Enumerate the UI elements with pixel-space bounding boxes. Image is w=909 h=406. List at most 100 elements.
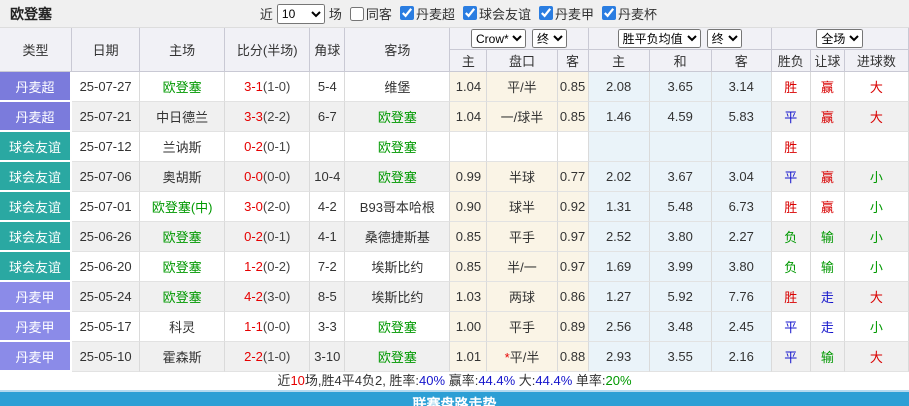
sub-header-0: 主 [450,50,487,72]
odds-stage-select-2[interactable]: 终 [707,29,742,48]
odds-home-cell: 0.85 [450,252,487,282]
avg-home-cell: 1.46 [589,102,650,132]
league-handicap-trend-bar[interactable]: 联赛盘路走势 [0,390,909,406]
home-team-cell[interactable]: 欧登塞 [140,252,225,282]
odds-home-cell: 0.85 [450,222,487,252]
home-team-cell[interactable]: 欧登塞 [140,282,225,312]
away-team-cell[interactable]: 欧登塞 [345,102,450,132]
league-filter-3[interactable]: 丹麦杯 [598,4,657,23]
goals-cell: 小 [845,162,909,192]
avg-home-cell: 1.69 [589,252,650,282]
odds-away-cell: 0.88 [558,342,589,372]
home-team-cell[interactable]: 奥胡斯 [140,162,225,192]
summary-segment-9: 20% [606,373,632,388]
score-cell: 1-1(0-0) [225,312,310,342]
col-header-1: 日期 [72,28,140,72]
avg-draw-cell: 3.48 [650,312,712,342]
result-cell: 胜 [772,282,811,312]
match-count-select[interactable]: 10 [277,4,325,24]
league-cell: 球会友谊 [0,252,72,282]
date-cell: 25-06-20 [72,252,140,282]
fulltime-score: 1-1 [244,319,263,334]
same-away-label: 同客 [366,4,392,23]
summary-segment-3: 40% [419,373,445,388]
summary-segment-0: 近 [277,373,290,388]
league-cell: 丹麦甲 [0,342,72,372]
match-row: 球会友谊25-06-20欧登塞1-2(0-2)7-2埃斯比约0.85半/一0.9… [0,252,909,282]
league-filter-checkbox-3[interactable] [602,6,616,20]
league-filter-label: 丹麦杯 [618,4,657,23]
score-cell: 1-2(0-2) [225,252,310,282]
result-cell: 胜 [772,132,811,162]
scope-select[interactable]: 全场 [816,29,863,48]
halftime-score: (1-0) [263,349,290,364]
league-filter-label: 球会友谊 [479,4,531,23]
league-cell: 丹麦甲 [0,312,72,342]
home-team-cell[interactable]: 兰讷斯 [140,132,225,162]
changed-handicap-star: * [505,350,510,365]
summary-segment-5: 44.4% [478,373,515,388]
handicap-result-cell: 输 [811,342,845,372]
avg-draw-cell: 4.59 [650,102,712,132]
result-cell: 负 [772,252,811,282]
score-cell: 0-2(0-1) [225,222,310,252]
header-select-group-0: Crow* 终 [450,28,588,50]
avg-type-select[interactable]: 胜平负均值 [618,29,701,48]
home-team-cell[interactable]: 中日德兰 [140,102,225,132]
corner-cell: 8-5 [310,282,345,312]
league-filter-2[interactable]: 丹麦甲 [535,4,594,23]
same-away-checkbox[interactable] [350,7,364,21]
handicap-result-cell: 走 [811,282,845,312]
away-team-cell[interactable]: 欧登塞 [345,312,450,342]
avg-home-cell: 2.93 [589,342,650,372]
away-team-cell[interactable]: 桑德捷斯基 [345,222,450,252]
fulltime-score: 3-1 [244,79,263,94]
avg-away-cell: 3.04 [712,162,772,192]
odds-away-cell: 0.85 [558,102,589,132]
away-team-cell[interactable]: 欧登塞 [345,342,450,372]
league-filter-checkbox-1[interactable] [463,6,477,20]
col-header-2: 主场 [140,28,225,72]
odds-stage-select-1[interactable]: 终 [532,29,567,48]
near-label: 近 [260,4,273,23]
odds-home-cell: 1.04 [450,72,487,102]
halftime-score: (2-0) [263,199,290,214]
avg-away-cell: 3.14 [712,72,772,102]
home-team-cell[interactable]: 欧登塞 [140,72,225,102]
league-filter-checkbox-2[interactable] [539,6,553,20]
fulltime-score: 0-0 [244,169,263,184]
away-team-cell[interactable]: 维堡 [345,72,450,102]
away-team-cell[interactable]: B93哥本哈根 [345,192,450,222]
avg-home-cell [589,132,650,162]
avg-home-cell: 2.08 [589,72,650,102]
score-cell: 3-1(1-0) [225,72,310,102]
match-row: 球会友谊25-06-26欧登塞0-2(0-1)4-1桑德捷斯基0.85平手0.9… [0,222,909,252]
league-filter-1[interactable]: 球会友谊 [459,4,531,23]
odds-home-cell [450,132,487,162]
odds-company-select[interactable]: Crow* [471,29,526,48]
avg-away-cell: 6.73 [712,192,772,222]
home-team-cell[interactable]: 欧登塞(中) [140,192,225,222]
avg-home-cell: 2.56 [589,312,650,342]
header-select-group-1: 胜平负均值终 [589,28,772,50]
result-cell: 负 [772,222,811,252]
league-cell: 球会友谊 [0,222,72,252]
away-team-cell[interactable]: 欧登塞 [345,132,450,162]
away-team-cell[interactable]: 埃斯比约 [345,282,450,312]
avg-away-cell: 3.80 [712,252,772,282]
home-team-cell[interactable]: 霍森斯 [140,342,225,372]
same-away-toggle[interactable]: 同客 [346,4,392,23]
corner-cell: 10-4 [310,162,345,192]
summary-segment-2: 场,胜4平4负2, 胜率: [305,373,419,388]
handicap-cell: 球半 [487,192,557,222]
home-team-cell[interactable]: 欧登塞 [140,222,225,252]
league-filter-checkbox-0[interactable] [400,6,414,20]
away-team-cell[interactable]: 埃斯比约 [345,252,450,282]
home-team-cell[interactable]: 科灵 [140,312,225,342]
summary-segment-4: 赢率: [445,373,478,388]
away-team-cell[interactable]: 欧登塞 [345,162,450,192]
fulltime-score: 0-2 [244,139,263,154]
league-filter-0[interactable]: 丹麦超 [396,4,455,23]
match-row: 丹麦甲25-05-24欧登塞4-2(3-0)8-5埃斯比约1.03两球0.861… [0,282,909,312]
sub-header-5: 客 [712,50,772,72]
